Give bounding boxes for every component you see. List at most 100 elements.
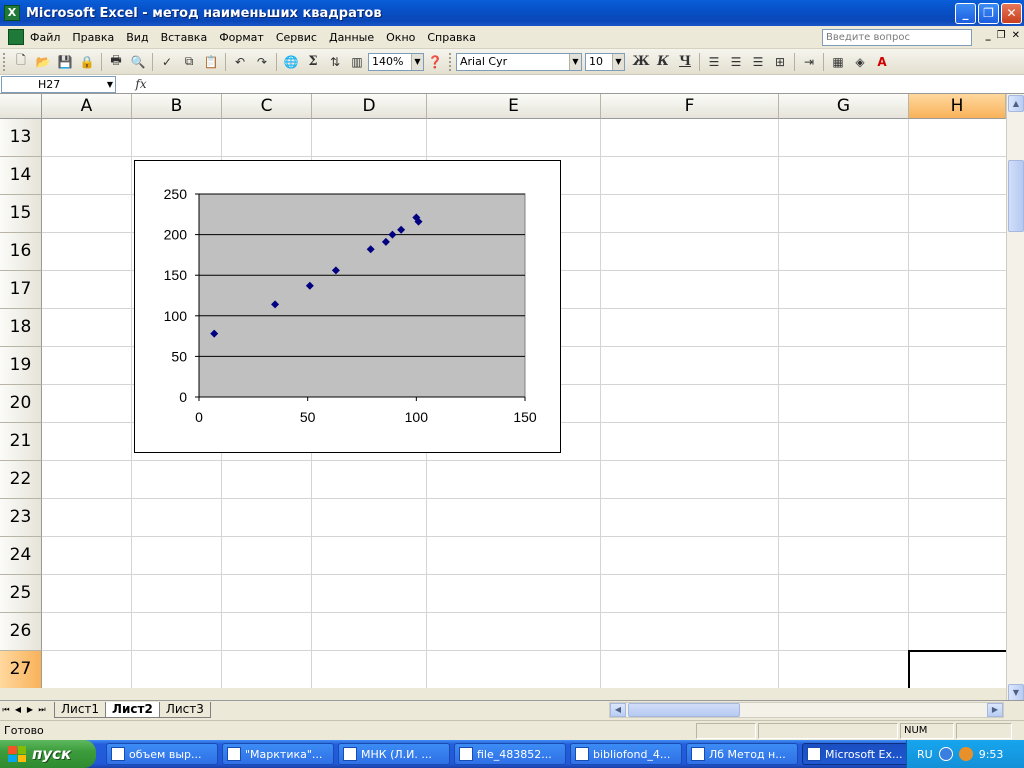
merge-center-icon[interactable]: ⊞	[770, 52, 790, 72]
print-preview-icon[interactable]: 🔍	[128, 52, 148, 72]
indent-icon[interactable]: ⇥	[799, 52, 819, 72]
row-header-21[interactable]: 21	[0, 423, 42, 461]
next-sheet-icon[interactable]: ▶	[24, 703, 36, 717]
row-header-15[interactable]: 15	[0, 195, 42, 233]
first-sheet-icon[interactable]: ⏮	[0, 703, 12, 717]
worksheet-grid[interactable]: A B C D E F G H 13 14 15 16 17 18 19 20 21 22 23 24…	[0, 94, 1006, 688]
insert-function-icon[interactable]: fx	[116, 77, 166, 91]
menu-file[interactable]: Файл	[24, 31, 66, 44]
zoom-select[interactable]: 140% ▼	[368, 52, 424, 71]
taskbar-button[interactable]: file_483852...	[454, 743, 566, 765]
fill-color-icon[interactable]: ◈	[850, 52, 870, 72]
redo-icon[interactable]: ↷	[252, 52, 272, 72]
chevron-down-icon[interactable]: ▼	[411, 53, 423, 70]
column-header-g[interactable]: G	[779, 94, 909, 119]
italic-button[interactable]: К	[653, 52, 673, 72]
menu-edit[interactable]: Правка	[66, 31, 120, 44]
formula-input[interactable]	[166, 75, 1024, 93]
borders-icon[interactable]: ▦	[828, 52, 848, 72]
doc-restore-button[interactable]: ❐	[997, 30, 1006, 41]
horizontal-scrollbar[interactable]: ◀ ▶	[609, 702, 1004, 718]
chevron-down-icon[interactable]: ▼	[569, 53, 581, 70]
row-header-14[interactable]: 14	[0, 157, 42, 195]
row-header-19[interactable]: 19	[0, 347, 42, 385]
menu-format[interactable]: Формат	[213, 31, 270, 44]
row-header-24[interactable]: 24	[0, 537, 42, 575]
minimize-button[interactable]: _	[955, 3, 976, 24]
menu-window[interactable]: Окно	[380, 31, 421, 44]
hyperlink-icon[interactable]: 🌐	[281, 52, 301, 72]
print-icon[interactable]: 🖶	[106, 52, 126, 72]
undo-icon[interactable]: ↶	[230, 52, 250, 72]
row-header-27[interactable]: 27	[0, 651, 42, 688]
prev-sheet-icon[interactable]: ◀	[12, 703, 24, 717]
scroll-right-button[interactable]: ▶	[987, 703, 1003, 717]
scatter-chart[interactable]: 0 50 100 150 200 250 0 50 100 150	[134, 160, 561, 453]
font-color-icon[interactable]: A	[872, 52, 892, 72]
row-header-20[interactable]: 20	[0, 385, 42, 423]
scroll-up-button[interactable]: ▲	[1008, 95, 1024, 112]
column-header-b[interactable]: B	[132, 94, 222, 119]
permission-icon[interactable]: 🔒	[77, 52, 97, 72]
workbook-icon[interactable]	[8, 29, 24, 45]
taskbar-button[interactable]: bibliofond_4...	[570, 743, 682, 765]
open-folder-icon[interactable]: 📂	[33, 52, 53, 72]
doc-minimize-button[interactable]: _	[986, 30, 991, 41]
vertical-scroll-thumb[interactable]	[1008, 160, 1024, 232]
row-header-23[interactable]: 23	[0, 499, 42, 537]
horizontal-scroll-thumb[interactable]	[628, 703, 740, 717]
new-document-icon[interactable]: 🗋	[11, 52, 31, 72]
align-right-icon[interactable]: ☰	[748, 52, 768, 72]
help-icon[interactable]: ❓	[425, 52, 445, 72]
chevron-down-icon[interactable]: ▼	[107, 77, 113, 92]
column-header-f[interactable]: F	[601, 94, 779, 119]
taskbar-button[interactable]: Лб Метод н...	[686, 743, 798, 765]
menu-tools[interactable]: Сервис	[270, 31, 323, 44]
help-question-input[interactable]: Введите вопрос	[822, 29, 972, 46]
autosum-icon[interactable]: Σ	[303, 52, 323, 72]
font-name-select[interactable]: Arial Cyr ▼	[456, 52, 582, 71]
bold-button[interactable]: Ж	[631, 52, 651, 72]
chart-wizard-icon[interactable]: ▥	[347, 52, 367, 72]
column-header-d[interactable]: D	[312, 94, 427, 119]
taskbar-button[interactable]: МНК (Л.И. ...	[338, 743, 450, 765]
toolbar-grip[interactable]	[3, 52, 7, 71]
start-button[interactable]: пуск	[0, 740, 96, 768]
menu-insert[interactable]: Вставка	[155, 31, 214, 44]
scroll-left-button[interactable]: ◀	[610, 703, 626, 717]
align-center-icon[interactable]: ☰	[726, 52, 746, 72]
column-header-e[interactable]: E	[427, 94, 601, 119]
taskbar-button-active[interactable]: Microsoft Ex...	[802, 743, 914, 765]
copy-icon[interactable]: ⧉	[179, 52, 199, 72]
tray-app-icon[interactable]	[958, 747, 973, 761]
menu-data[interactable]: Данные	[323, 31, 380, 44]
toolbar-grip[interactable]	[449, 52, 453, 71]
row-header-25[interactable]: 25	[0, 575, 42, 613]
language-indicator[interactable]: RU	[917, 748, 933, 761]
row-header-17[interactable]: 17	[0, 271, 42, 309]
name-box[interactable]: H27 ▼	[1, 75, 116, 93]
column-header-h[interactable]: H	[909, 94, 1006, 119]
last-sheet-icon[interactable]: ⏭	[36, 703, 48, 717]
select-all-corner[interactable]	[0, 94, 42, 119]
column-header-a[interactable]: A	[42, 94, 132, 119]
sheet-tab-3[interactable]: Лист3	[158, 701, 211, 718]
sheet-tab-1[interactable]: Лист1	[54, 701, 107, 718]
paste-icon[interactable]: 📋	[201, 52, 221, 72]
menu-help[interactable]: Справка	[421, 31, 481, 44]
scroll-down-button[interactable]: ▼	[1008, 684, 1024, 701]
vertical-scrollbar[interactable]: ▲ ▼	[1006, 94, 1024, 704]
close-button[interactable]: ✕	[1001, 3, 1022, 24]
sheet-tab-2[interactable]: Лист2	[105, 701, 160, 718]
row-header-18[interactable]: 18	[0, 309, 42, 347]
align-left-icon[interactable]: ☰	[704, 52, 724, 72]
font-size-select[interactable]: 10 ▼	[585, 52, 625, 71]
row-header-22[interactable]: 22	[0, 461, 42, 499]
save-icon[interactable]: 💾	[55, 52, 75, 72]
spelling-icon[interactable]: ✓	[157, 52, 177, 72]
doc-close-button[interactable]: ✕	[1012, 30, 1020, 41]
column-header-c[interactable]: C	[222, 94, 312, 119]
menu-view[interactable]: Вид	[120, 31, 154, 44]
row-header-26[interactable]: 26	[0, 613, 42, 651]
row-header-16[interactable]: 16	[0, 233, 42, 271]
